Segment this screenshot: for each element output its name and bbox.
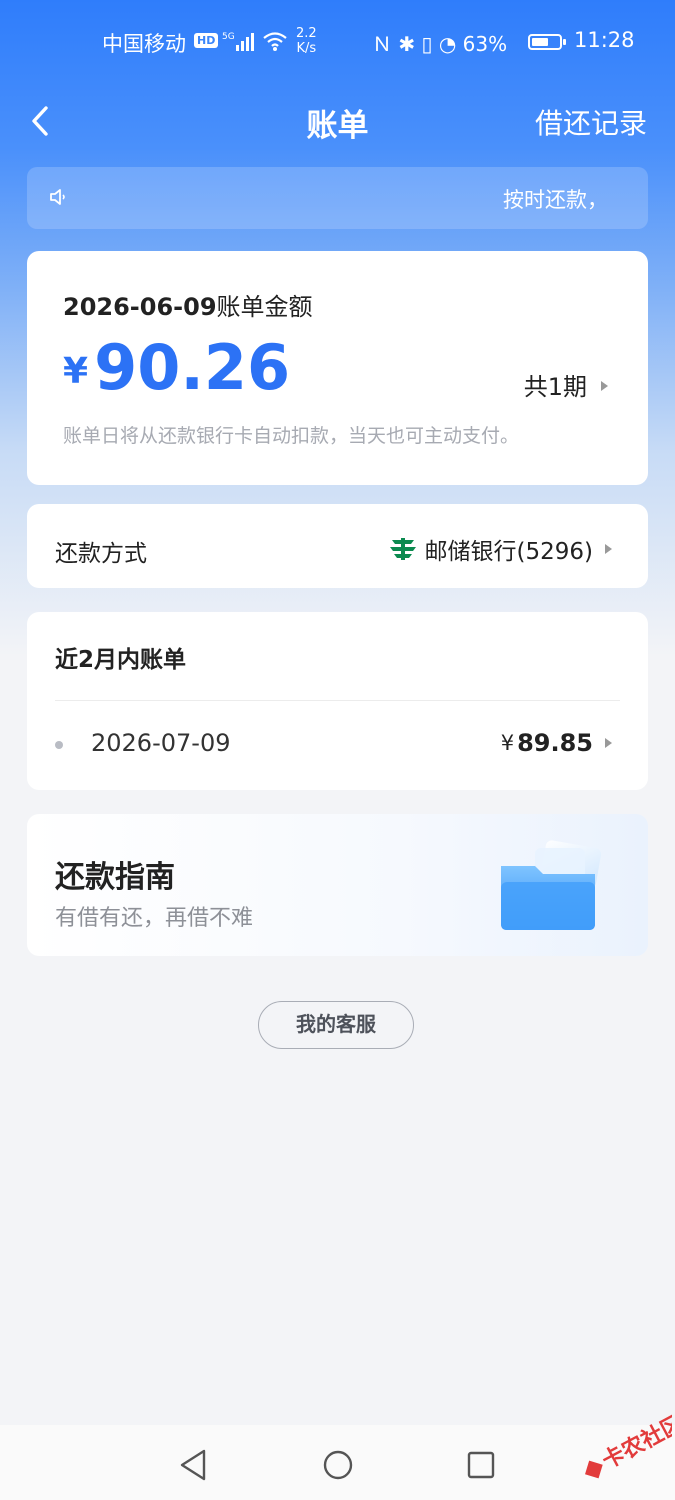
bullet-dot — [55, 741, 63, 749]
chevron-right-icon — [605, 738, 612, 748]
folder-icon — [501, 840, 602, 930]
speaker-icon — [50, 189, 65, 205]
nav-home-icon[interactable] — [320, 1447, 356, 1483]
payment-method-label: 还款方式 — [55, 541, 147, 567]
recent-bills-card: 近2月内账单 2026-07-09 ¥89.85 — [27, 612, 648, 790]
chevron-right-icon — [605, 544, 612, 554]
nav-recents-icon[interactable] — [463, 1447, 499, 1483]
guide-subtitle: 有借有还，再借不难 — [55, 906, 254, 931]
bill-amount: ¥90.26 — [63, 331, 290, 404]
speedometer-icon: ◔ — [438, 32, 457, 56]
carrier-name: 中国移动 — [102, 32, 186, 56]
wifi-icon — [263, 32, 287, 51]
vibrate-icon: ▯ — [421, 32, 433, 56]
bill-periods[interactable]: 共1期 — [524, 367, 608, 402]
notice-text: 按时还款， — [503, 188, 608, 212]
svg-text:卡农社区: 卡农社区 — [598, 1414, 672, 1474]
status-bar: 中国移动 HD 5G 2.2 K/s Ｎ ✱ ▯ ◔ 63% 11:28 — [0, 0, 675, 86]
payment-method-row[interactable]: 还款方式 邮储银行(5296) — [27, 504, 648, 588]
payment-bank: 邮储银行(5296) — [389, 532, 612, 566]
bill-currency: ¥ — [63, 351, 89, 392]
hd-badge: HD — [194, 33, 219, 48]
recent-bill-currency: ¥ — [500, 731, 515, 755]
divider — [55, 700, 620, 701]
recent-bill-amount: ¥89.85 — [501, 729, 612, 757]
nfc-icon: Ｎ — [372, 32, 392, 56]
bluetooth-icon: ✱ — [398, 32, 416, 56]
customer-service-button[interactable]: 我的客服 — [258, 1001, 414, 1049]
bill-periods-label: 共1期 — [523, 373, 587, 401]
notice-bar[interactable]: 按时还款， — [27, 167, 648, 229]
postal-bank-logo-icon — [389, 538, 416, 560]
clock: 11:28 — [574, 28, 635, 52]
net-speed: 2.2 K/s — [296, 26, 317, 56]
signal-icon: 5G — [222, 32, 254, 51]
svg-text:5G: 5G — [222, 32, 235, 42]
guide-title: 还款指南 — [55, 860, 175, 895]
borrow-return-record-link[interactable]: 借还记录 — [535, 102, 647, 142]
battery-percent: 63% — [462, 32, 508, 56]
bill-date: 2026-06-09 — [63, 293, 217, 321]
recent-bill-amount-value: 89.85 — [517, 729, 593, 757]
recent-bill-date: 2026-07-09 — [91, 729, 231, 757]
bill-card[interactable]: 2026-06-09账单金额 ¥90.26 共1期 账单日将从还款银行卡自动扣款… — [27, 251, 648, 485]
battery-fill — [532, 38, 548, 46]
nav-back-icon[interactable] — [176, 1447, 212, 1483]
bill-title-suffix: 账单金额 — [216, 293, 313, 321]
status-icons: Ｎ ✱ ▯ ◔ 63% — [372, 28, 507, 57]
bill-hint: 账单日将从还款银行卡自动扣款，当天也可主动支付。 — [63, 425, 520, 447]
battery-icon — [528, 34, 566, 50]
bill-amount-value: 90.26 — [94, 331, 291, 404]
recent-bills-title: 近2月内账单 — [55, 647, 187, 673]
repayment-guide-card[interactable]: 还款指南 有借有还，再借不难 — [27, 814, 648, 956]
bill-title: 2026-06-09账单金额 — [63, 287, 313, 322]
watermark-logo-icon: 卡农社区 — [585, 1414, 672, 1479]
net-speed-unit: K/s — [296, 41, 317, 56]
payment-bank-name: 邮储银行(5296) — [424, 539, 593, 565]
net-speed-value: 2.2 — [296, 26, 317, 41]
chevron-right-icon — [601, 381, 608, 391]
